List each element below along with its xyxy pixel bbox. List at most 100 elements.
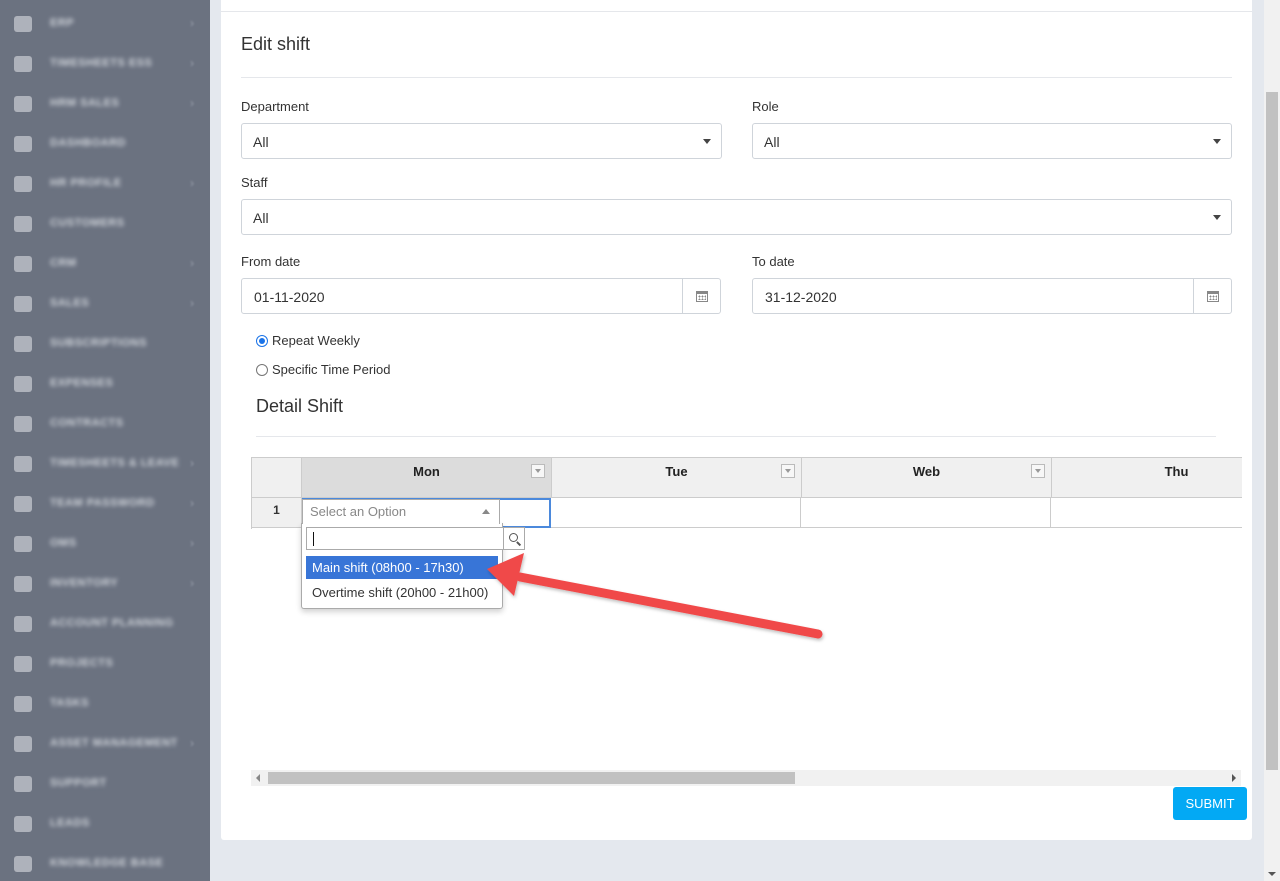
sidebar-item-label: Customers — [50, 217, 125, 229]
menu-item-icon — [14, 536, 32, 552]
sidebar-item[interactable]: HR Profile › — [0, 164, 210, 204]
chevron-right-icon: › — [190, 296, 194, 310]
scrollbar-thumb[interactable] — [1266, 92, 1278, 770]
search-icon — [508, 533, 518, 542]
sidebar-item[interactable]: Contracts — [0, 404, 210, 444]
caret-up-icon — [482, 509, 490, 514]
dropdown-option-overtime-shift[interactable]: Overtime shift (20h00 - 21h00) — [306, 581, 498, 604]
chevron-right-icon: › — [190, 456, 194, 470]
sidebar-item[interactable]: Asset Management › — [0, 724, 210, 764]
column-header-label: Mon — [413, 464, 440, 479]
column-filter-icon[interactable] — [531, 464, 545, 478]
sidebar-item-label: Leads — [50, 817, 90, 829]
column-header-web[interactable]: Web — [802, 457, 1052, 498]
sidebar-item-label: OMS — [50, 537, 77, 549]
menu-item-icon — [14, 216, 32, 232]
grid-horizontal-scrollbar[interactable] — [251, 770, 1241, 786]
sidebar-item[interactable]: Customers — [0, 204, 210, 244]
scroll-right-icon[interactable] — [1232, 774, 1236, 782]
sidebar-item[interactable]: Expenses — [0, 364, 210, 404]
to-date-input[interactable]: 31-12-2020 — [752, 278, 1232, 314]
column-header-mon[interactable]: Mon — [302, 457, 552, 498]
calendar-icon — [695, 290, 708, 302]
sidebar-item[interactable]: Account Planning — [0, 604, 210, 644]
sidebar-item[interactable]: Knowledge Base — [0, 844, 210, 881]
chevron-right-icon: › — [190, 176, 194, 190]
sidebar-item[interactable]: Inventory › — [0, 564, 210, 604]
title-divider — [241, 77, 1232, 78]
specific-period-radio[interactable] — [256, 363, 268, 376]
chevron-right-icon: › — [190, 736, 194, 750]
staff-select[interactable]: All — [241, 199, 1232, 235]
sidebar-item-label: ERP — [50, 17, 75, 29]
sidebar-item-label: Timesheets & Leave — [50, 457, 180, 469]
menu-item-icon — [14, 256, 32, 272]
from-date-calendar-button[interactable] — [682, 279, 720, 313]
chevron-right-icon: › — [190, 256, 194, 270]
sidebar-item[interactable]: CRM › — [0, 244, 210, 284]
from-date-value: 01-11-2020 — [254, 289, 325, 305]
dropdown-search-input[interactable] — [306, 527, 504, 550]
sidebar-item[interactable]: Sales › — [0, 284, 210, 324]
sidebar-item-label: Support — [50, 777, 107, 789]
dropdown-option-main-shift[interactable]: Main shift (08h00 - 17h30) — [306, 556, 498, 579]
to-date-label: To date — [752, 254, 795, 269]
column-header-tue[interactable]: Tue — [552, 457, 802, 498]
sidebar-item-label: Timesheets ESS — [50, 57, 153, 69]
staff-label: Staff — [241, 175, 268, 190]
grid-cell-thu[interactable] — [1051, 498, 1242, 528]
department-select[interactable]: All — [241, 123, 722, 159]
page-vertical-scrollbar[interactable] — [1264, 0, 1280, 881]
grid-cell-web[interactable] — [801, 498, 1051, 528]
sidebar-item[interactable]: OMS › — [0, 524, 210, 564]
sidebar-item-label: Asset Management — [50, 737, 178, 749]
sidebar-item[interactable]: Timesheets & Leave › — [0, 444, 210, 484]
repeat-weekly-option[interactable]: Repeat Weekly — [256, 333, 360, 348]
sidebar-item-label: HRM Sales — [50, 97, 120, 109]
specific-period-label: Specific Time Period — [272, 362, 391, 377]
sidebar-item[interactable]: ERP › — [0, 4, 210, 44]
specific-period-option[interactable]: Specific Time Period — [256, 362, 391, 377]
sidebar-item[interactable]: Tasks — [0, 684, 210, 724]
shift-select-placeholder: Select an Option — [310, 504, 407, 519]
sidebar-item[interactable]: Projects — [0, 644, 210, 684]
from-date-label: From date — [241, 254, 301, 269]
staff-value: All — [253, 210, 269, 226]
sidebar-item[interactable]: Timesheets ESS › — [0, 44, 210, 84]
grid-cell-tue[interactable] — [551, 498, 801, 528]
dropdown-search-button[interactable] — [503, 527, 525, 550]
column-filter-icon[interactable] — [781, 464, 795, 478]
sidebar-item-label: Projects — [50, 657, 114, 669]
chevron-right-icon: › — [190, 96, 194, 110]
sidebar-item-label: Inventory — [50, 577, 119, 589]
text-cursor — [313, 532, 314, 546]
sidebar-item[interactable]: HRM Sales › — [0, 84, 210, 124]
role-select[interactable]: All — [752, 123, 1232, 159]
from-date-input[interactable]: 01-11-2020 — [241, 278, 721, 314]
scrollbar-thumb[interactable] — [268, 772, 795, 784]
sidebar-item[interactable]: Team Password › — [0, 484, 210, 524]
sidebar-item-label: Expenses — [50, 377, 114, 389]
to-date-calendar-button[interactable] — [1193, 279, 1231, 313]
role-label: Role — [752, 99, 779, 114]
sidebar-item[interactable]: Leads — [0, 804, 210, 844]
section-divider — [256, 436, 1216, 437]
caret-down-icon — [703, 139, 711, 144]
sidebar-item[interactable]: Subscriptions — [0, 324, 210, 364]
menu-item-icon — [14, 816, 32, 832]
scroll-left-icon[interactable] — [256, 774, 260, 782]
menu-item-icon — [14, 776, 32, 792]
repeat-weekly-radio[interactable] — [256, 334, 268, 347]
column-filter-icon[interactable] — [1031, 464, 1045, 478]
submit-button[interactable]: SUBMIT — [1173, 787, 1247, 820]
menu-item-icon — [14, 656, 32, 672]
scroll-down-icon[interactable] — [1268, 872, 1276, 876]
sidebar-item[interactable]: Dashboard — [0, 124, 210, 164]
shift-select[interactable]: Select an Option — [302, 499, 500, 524]
sidebar-item[interactable]: Support — [0, 764, 210, 804]
sidebar-item-label: Knowledge Base — [50, 857, 164, 869]
sidebar-item-label: Tasks — [50, 697, 89, 709]
menu-item-icon — [14, 456, 32, 472]
column-header-thu[interactable]: Thu — [1052, 457, 1242, 498]
sidebar-item-label: Account Planning — [50, 617, 174, 629]
